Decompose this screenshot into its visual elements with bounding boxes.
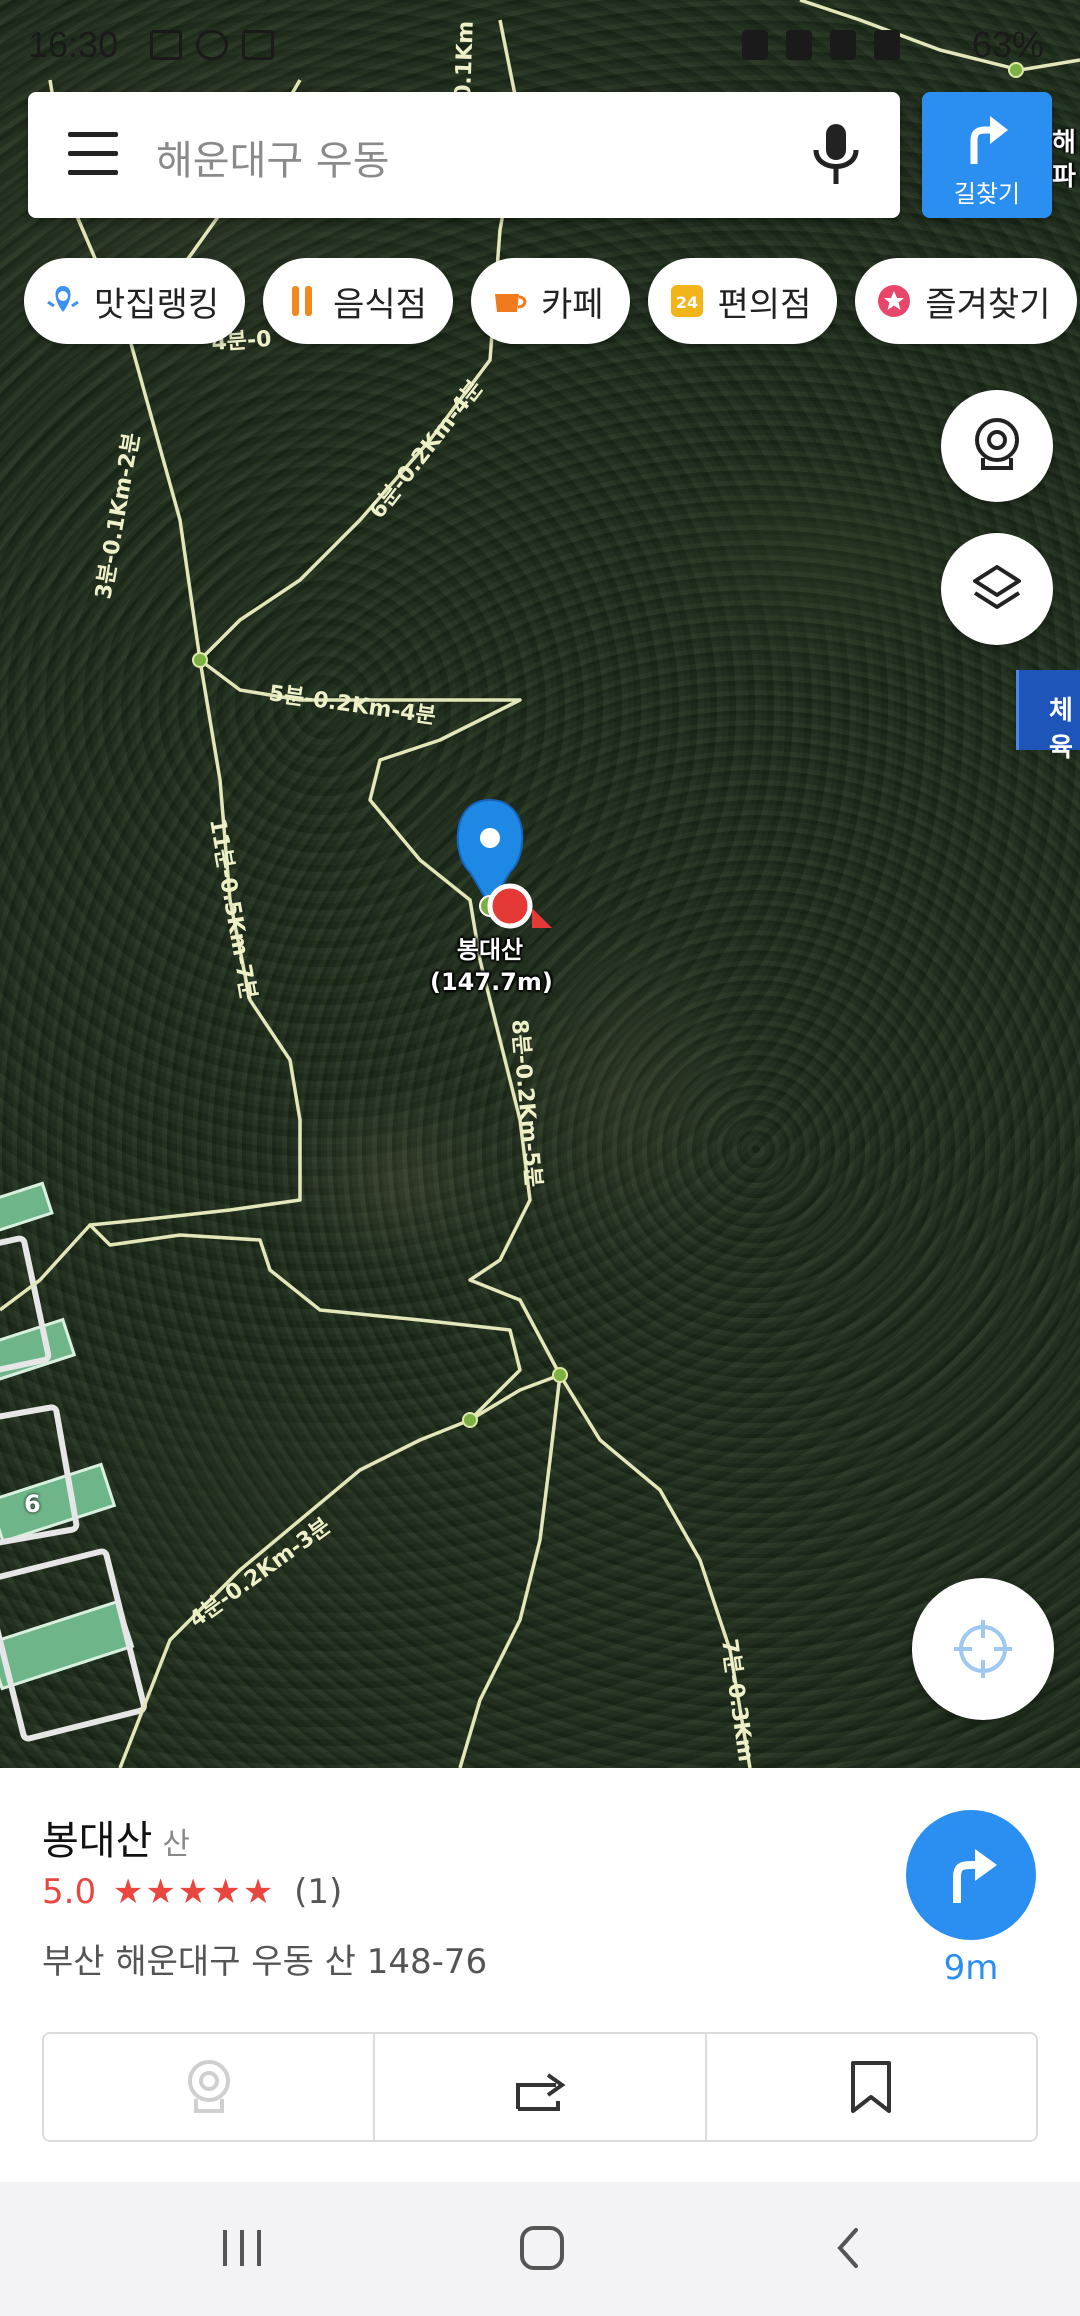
fork-knife-icon — [283, 282, 321, 320]
review-count: (1) — [294, 1872, 343, 1912]
ranking-pin-icon — [44, 282, 82, 320]
bookmark-icon — [851, 2061, 892, 2113]
svg-text:24: 24 — [675, 293, 697, 312]
share-icon — [515, 2073, 566, 2111]
chip-ranking[interactable]: 맛집랭킹 — [24, 258, 246, 344]
turn-right-arrow-icon — [970, 116, 1008, 164]
map-layers-button[interactable] — [941, 533, 1053, 645]
chip-convenience-store[interactable]: 24 편의점 — [647, 258, 838, 344]
system-nav-bar — [0, 2182, 1080, 2316]
trail-label: 11분-0.5Km-7분 — [204, 817, 261, 1002]
status-bar: 16:30 63% — [0, 0, 1080, 92]
back-icon[interactable] — [818, 2218, 878, 2278]
signal-icon — [874, 30, 900, 60]
crosshair-icon — [954, 1620, 1012, 1678]
mute-icon — [786, 30, 812, 60]
search-bar[interactable]: 해운대구 우동 — [28, 92, 900, 218]
layers-icon — [973, 565, 1021, 609]
trail-label: 3분-0.1Km-2분 — [91, 431, 145, 601]
navigate-button[interactable] — [906, 1810, 1036, 1940]
directions-label: 길찾기 — [953, 180, 1021, 208]
notification-icons — [150, 30, 274, 60]
chip-restaurant[interactable]: 음식점 — [263, 258, 453, 344]
system-status-icons — [742, 30, 900, 60]
home-icon[interactable] — [512, 2218, 572, 2278]
image-icon — [150, 30, 182, 60]
microphone-icon[interactable] — [808, 120, 864, 190]
roadview-button[interactable] — [941, 390, 1053, 502]
status-time: 16:30 — [28, 24, 119, 65]
directions-button[interactable]: 길찾기 — [922, 92, 1052, 218]
rating-stars: ★★★★★ — [112, 1872, 276, 1912]
place-address: 부산 해운대구 우동 산 148-76 — [42, 1942, 488, 1982]
trail-label: 4분-0.2Km-3분 — [185, 1514, 336, 1633]
place-info-sheet[interactable]: 봉대산 산 5.0 ★★★★★ (1) 부산 해운대구 우동 산 148-76 9… — [0, 1768, 1080, 2182]
roadview-action-button[interactable] — [44, 2034, 373, 2140]
trail-label: 7분-0.3Km — [716, 1637, 758, 1763]
roadview-camera-icon — [975, 418, 1019, 470]
category-chips: 맛집랭킹 음식점 카페 24 편의점 즐겨찾기 — [24, 258, 1077, 344]
trail-label: 5분-0.2Km-4분 — [267, 681, 437, 729]
search-input[interactable]: 해운대구 우동 — [156, 128, 390, 186]
my-location-button[interactable] — [912, 1578, 1054, 1720]
location-icon — [830, 30, 856, 60]
place-actions — [42, 2032, 1038, 2142]
battery-level: 63% — [971, 24, 1044, 65]
distance-label: 9m — [943, 1948, 999, 1988]
trail-label: 8분-0.2Km-5분 — [506, 1018, 546, 1188]
roadview-camera-icon — [187, 2060, 230, 2113]
chip-cafe[interactable]: 카페 — [470, 258, 630, 344]
talk-icon — [196, 30, 228, 60]
turn-right-arrow-icon — [953, 1849, 997, 1903]
trail-label: 6분-0.2Km-4분 — [365, 376, 488, 524]
alarm-icon — [742, 30, 768, 60]
chip-favorites[interactable]: 즐겨찾기 — [855, 258, 1077, 344]
place-category: 산 — [162, 1827, 191, 1862]
star-circle-icon — [875, 282, 913, 320]
bookmark-button[interactable] — [704, 2034, 1036, 2140]
recent-apps-icon[interactable] — [212, 2218, 272, 2278]
menu-icon[interactable] — [68, 132, 118, 176]
convenience-store-24-icon: 24 — [668, 282, 706, 320]
rating-score: 5.0 — [42, 1872, 97, 1912]
place-rating[interactable]: 5.0 ★★★★★ (1) — [42, 1872, 342, 1912]
share-button[interactable] — [373, 2034, 704, 2140]
peak-label[interactable]: 봉대산 (147.7m) — [430, 934, 553, 998]
place-title[interactable]: 봉대산 산 — [42, 1808, 190, 1866]
calendar-icon — [242, 30, 274, 60]
coffee-cup-icon — [491, 282, 529, 320]
